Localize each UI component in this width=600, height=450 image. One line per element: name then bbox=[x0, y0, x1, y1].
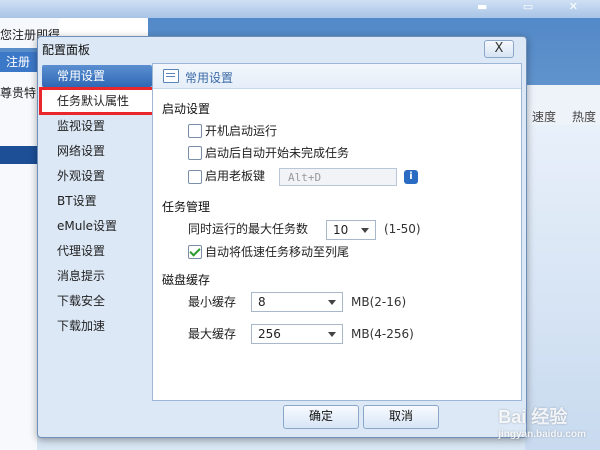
nav-item-notifications[interactable]: 消息提示 bbox=[42, 265, 152, 287]
window-control-icons[interactable]: ▬ ▭ ✕ bbox=[477, 0, 594, 13]
max-cache-select[interactable]: 256 bbox=[251, 324, 343, 344]
nav-item-download-security[interactable]: 下载安全 bbox=[42, 290, 152, 312]
background-selected-row bbox=[0, 146, 37, 164]
nav-item-download-acceleration[interactable]: 下载加速 bbox=[42, 315, 152, 337]
content-header: 常用设置 bbox=[153, 64, 521, 89]
content-header-title: 常用设置 bbox=[185, 71, 234, 85]
max-cache-label: 最大缓存 bbox=[188, 327, 237, 341]
max-tasks-range: (1-50) bbox=[384, 222, 421, 236]
move-slow-label: 自动将低速任务移动至列尾 bbox=[205, 245, 350, 259]
section-tasks: 任务管理 bbox=[162, 200, 211, 214]
nav-item-task-defaults[interactable]: 任务默认属性 bbox=[39, 87, 155, 115]
nav-item-network[interactable]: 网络设置 bbox=[42, 140, 152, 162]
min-cache-select[interactable]: 8 bbox=[251, 292, 343, 312]
max-tasks-label: 同时运行的最大任务数 bbox=[188, 222, 309, 236]
watermark-main: Bai 经验 bbox=[498, 407, 568, 427]
config-dialog: 配置面板 X 常用设置 任务默认属性 监视设置 网络设置 外观设置 BT设置 e… bbox=[37, 36, 527, 438]
boss-key-checkbox[interactable] bbox=[188, 170, 202, 184]
register-button[interactable]: 注册 bbox=[0, 52, 38, 72]
nav-item-appearance[interactable]: 外观设置 bbox=[42, 165, 152, 187]
info-icon[interactable]: i bbox=[404, 170, 418, 184]
auto-start-checkbox[interactable] bbox=[188, 124, 202, 138]
move-slow-checkbox[interactable] bbox=[188, 245, 202, 259]
section-cache: 磁盘缓存 bbox=[162, 273, 211, 287]
chevron-down-icon bbox=[328, 332, 336, 337]
settings-nav: 常用设置 任务默认属性 监视设置 网络设置 外观设置 BT设置 eMule设置 … bbox=[39, 63, 155, 399]
close-button[interactable]: X bbox=[484, 40, 514, 58]
column-speed[interactable]: 速度 bbox=[532, 108, 556, 125]
background-titlebar: ▬ ▭ ✕ bbox=[0, 0, 600, 18]
boss-key-input[interactable]: Alt+D bbox=[279, 168, 397, 186]
nav-item-bt[interactable]: BT设置 bbox=[42, 190, 152, 212]
chevron-down-icon bbox=[361, 228, 369, 233]
nav-item-proxy[interactable]: 代理设置 bbox=[42, 240, 152, 262]
max-tasks-value: 10 bbox=[333, 223, 349, 237]
close-icon: X bbox=[494, 41, 504, 56]
resume-tasks-checkbox[interactable] bbox=[188, 146, 202, 160]
column-heat[interactable]: 热度 bbox=[572, 108, 596, 125]
max-cache-range: MB(4-256) bbox=[351, 327, 414, 341]
cancel-button[interactable]: 取消 bbox=[363, 405, 439, 429]
section-startup: 启动设置 bbox=[162, 102, 211, 116]
vip-text: 尊贵特 bbox=[0, 86, 37, 100]
nav-item-monitor[interactable]: 监视设置 bbox=[42, 115, 152, 137]
max-tasks-select[interactable]: 10 bbox=[326, 220, 376, 240]
dialog-title: 配置面板 bbox=[42, 43, 91, 57]
nav-item-general[interactable]: 常用设置 bbox=[42, 65, 152, 87]
settings-page-icon bbox=[163, 69, 179, 83]
boss-key-label: 启用老板键 bbox=[205, 169, 266, 183]
background-list-body bbox=[525, 125, 600, 450]
min-cache-label: 最小缓存 bbox=[188, 295, 237, 309]
nav-item-emule[interactable]: eMule设置 bbox=[42, 215, 152, 237]
chevron-down-icon bbox=[328, 300, 336, 305]
max-cache-value: 256 bbox=[258, 327, 281, 341]
settings-content: 常用设置 启动设置 开机启动运行 启动后自动开始未完成任务 启用老板键 Alt+… bbox=[152, 63, 522, 401]
background-left-panel bbox=[0, 72, 37, 450]
auto-start-label: 开机启动运行 bbox=[205, 124, 278, 138]
watermark-sub: jingyan.baidu.com bbox=[498, 429, 586, 440]
min-cache-value: 8 bbox=[258, 295, 266, 309]
resume-tasks-label: 启动后自动开始未完成任务 bbox=[205, 146, 350, 160]
min-cache-range: MB(2-16) bbox=[351, 295, 407, 309]
ok-button[interactable]: 确定 bbox=[283, 405, 359, 429]
watermark: Bai 经验 jingyan.baidu.com bbox=[498, 403, 586, 440]
